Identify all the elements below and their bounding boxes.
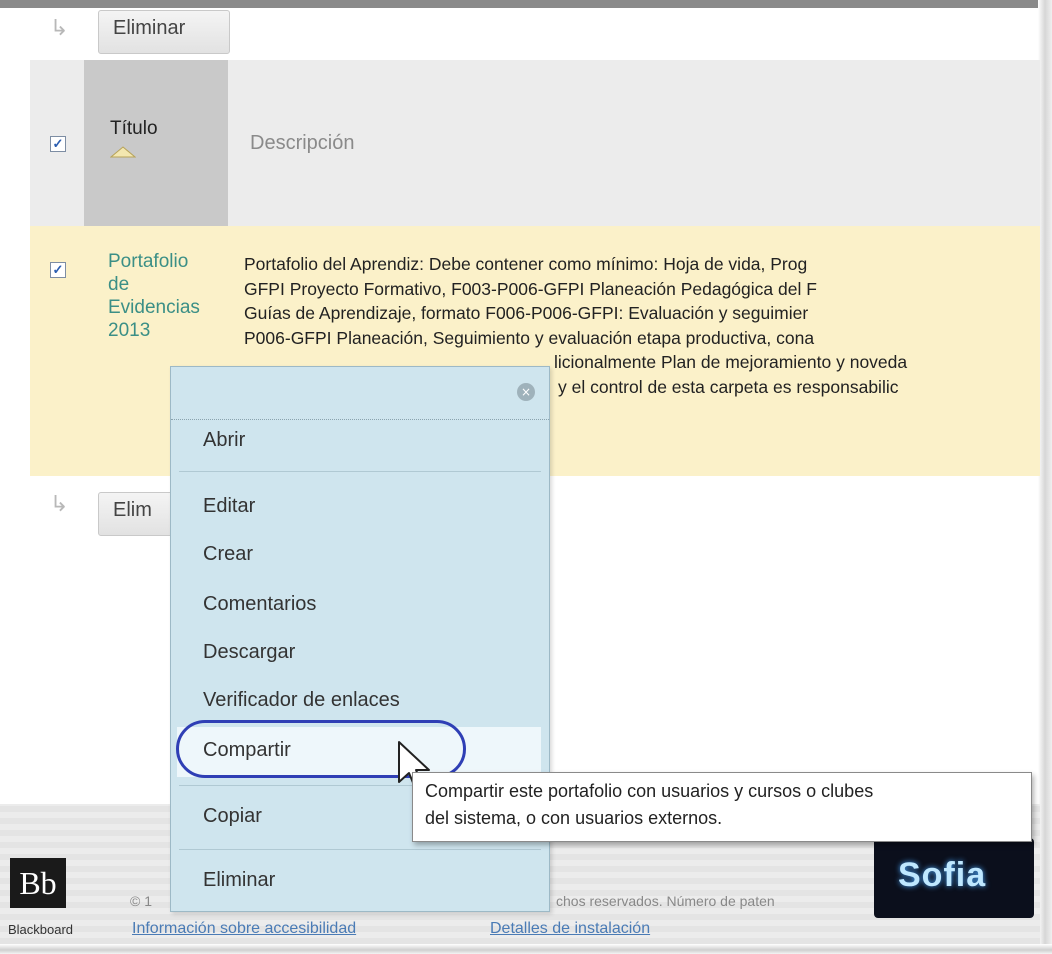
share-tooltip: Compartir este portafolio con usuarios y… [412, 772, 1032, 842]
tooltip-line: Compartir este portafolio con usuarios y… [425, 781, 874, 801]
menu-item-edit[interactable]: Editar [203, 495, 255, 518]
row-checkbox[interactable]: ✓ [50, 262, 66, 278]
select-all-checkbox[interactable]: ✓ [50, 136, 66, 152]
menu-item-delete[interactable]: Eliminar [203, 869, 275, 892]
installation-details-link[interactable]: Detalles de instalación [490, 920, 650, 938]
title-line: de [108, 274, 130, 295]
description-line: GFPI Proyecto Formativo, F003-P006-GFPI … [244, 278, 817, 299]
menu-item-create[interactable]: Crear [203, 543, 253, 566]
sofia-logo-text: Sofia [898, 856, 987, 894]
menu-item-copy[interactable]: Copiar [203, 805, 262, 828]
blackboard-logo: Bb [10, 858, 66, 908]
hook-arrow-icon: ↳ [50, 16, 69, 41]
menu-item-download[interactable]: Descargar [203, 641, 295, 664]
delete-button-top[interactable]: Eliminar [98, 10, 230, 54]
tooltip-line: del sistema, o con usuarios externos. [425, 808, 723, 828]
page-bottom-shadow [0, 944, 1052, 954]
menu-item-open[interactable]: Abrir [203, 429, 245, 452]
copyright-text-right: chos reservados. Número de paten [556, 893, 775, 909]
blackboard-caption: Blackboard [8, 922, 74, 937]
column-header-title[interactable]: Título [110, 118, 158, 140]
sofia-logo: Sofia [874, 838, 1034, 918]
column-header-description: Descripción [250, 132, 355, 154]
accessibility-link[interactable]: Información sobre accesibilidad [132, 920, 356, 938]
portfolio-title-link[interactable]: Portafolio de Evidencias 2013 [108, 250, 238, 342]
menu-item-link-checker[interactable]: Verificador de enlaces [203, 689, 400, 712]
menu-divider [179, 849, 541, 850]
title-line: Evidencias [108, 297, 200, 318]
hook-arrow-icon: ↳ [50, 492, 69, 517]
title-column-header[interactable] [84, 60, 228, 226]
page-edge-shadow [1038, 0, 1052, 954]
close-icon[interactable]: × [517, 383, 535, 401]
menu-divider [179, 471, 541, 472]
menu-item-comments[interactable]: Comentarios [203, 593, 316, 616]
copyright-text: © 1 [130, 893, 152, 909]
title-line: 2013 [108, 320, 151, 341]
description-line: Portafolio del Aprendiz: Debe contener c… [244, 254, 808, 274]
menu-header: × [171, 367, 549, 420]
title-line: Portafolio [108, 251, 189, 272]
description-line: P006-GFPI Planeación, Seguimiento y eval… [244, 327, 815, 348]
window-top-border [0, 0, 1040, 8]
description-line: Guías de Aprendizaje, formato F006-P006-… [244, 303, 809, 323]
sort-ascending-icon[interactable] [110, 146, 136, 158]
